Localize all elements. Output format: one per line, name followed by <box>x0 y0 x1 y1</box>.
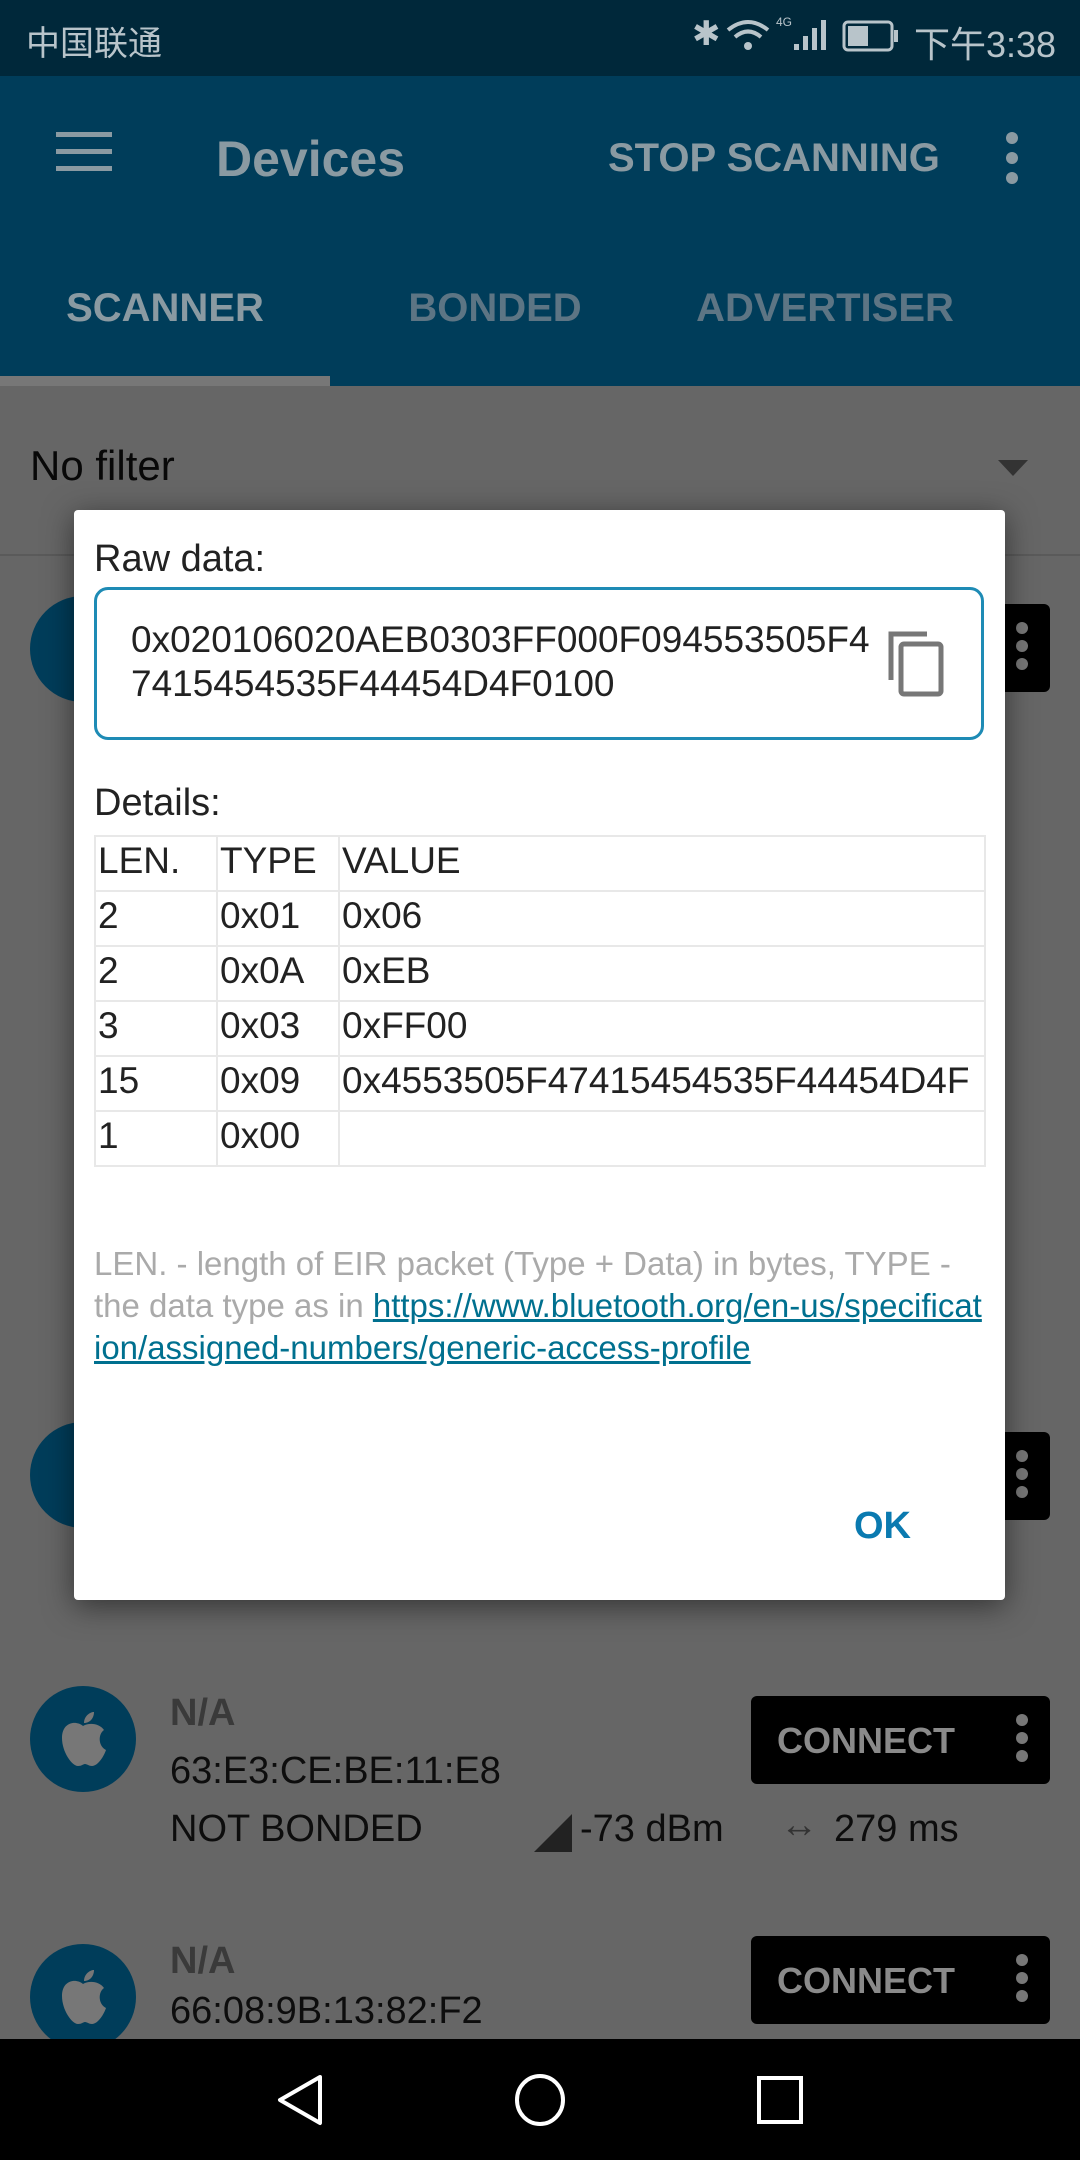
type-cell: 0x0A <box>216 945 340 1002</box>
connect-label: CONNECT <box>777 1960 955 2001</box>
value-cell: 0x06 <box>338 890 986 947</box>
details-label: Details: <box>94 782 221 824</box>
apple-icon <box>30 1944 136 2039</box>
battery-icon <box>842 20 898 52</box>
device-address: 63:E3:CE:BE:11:E8 <box>170 1750 501 1792</box>
len-cell: 2 <box>94 945 218 1002</box>
navigation-bar <box>0 2039 1080 2160</box>
len-cell: 1 <box>94 1110 218 1167</box>
raw-data-dialog: Raw data: 0x020106020AEB0303FF000F094553… <box>74 510 1005 1600</box>
bond-state: NOT BONDED <box>170 1808 423 1850</box>
interval-icon: ↔ <box>780 1804 818 1846</box>
tab-bonded[interactable]: BONDED <box>330 286 660 331</box>
column-header: LEN. <box>94 835 218 892</box>
type-cell: 0x00 <box>216 1110 340 1167</box>
recents-icon[interactable] <box>756 2075 804 2125</box>
tab-scanner[interactable]: SCANNER <box>0 286 330 331</box>
len-cell: 15 <box>94 1055 218 1112</box>
raw-data-field[interactable]: 0x020106020AEB0303FF000F094553505F474154… <box>94 587 984 740</box>
more-vert-icon[interactable] <box>1016 1450 1028 1504</box>
value-cell: 0xFF00 <box>338 1000 986 1057</box>
column-header: VALUE <box>338 835 986 892</box>
hamburger-icon[interactable] <box>56 132 112 171</box>
ok-button[interactable]: OK <box>834 1495 931 1558</box>
back-icon[interactable] <box>276 2073 324 2127</box>
len-cell: 2 <box>94 890 218 947</box>
device-address: 66:08:9B:13:82:F2 <box>170 1990 483 2032</box>
home-icon[interactable] <box>514 2073 566 2127</box>
copy-icon[interactable] <box>887 630 947 700</box>
table-row: 1 0x00 <box>94 1110 986 1167</box>
wifi-icon <box>726 20 770 50</box>
more-vert-icon[interactable] <box>1016 1954 1028 2008</box>
apple-icon <box>30 1686 136 1792</box>
dropdown-arrow-icon <box>998 460 1028 476</box>
stop-scanning-button[interactable]: STOP SCANNING <box>608 136 940 181</box>
value-cell: 0xEB <box>338 945 986 1002</box>
table-row: 2 0x0A 0xEB <box>94 945 986 1002</box>
connect-label: CONNECT <box>777 1720 955 1761</box>
len-cell: 3 <box>94 1000 218 1057</box>
device-item[interactable]: N/A 63:E3:CE:BE:11:E8 NOT BONDED -73 dBm… <box>0 1644 1080 1908</box>
filter-value: No filter <box>30 442 175 489</box>
raw-data-label: Raw data: <box>94 538 266 580</box>
device-name: N/A <box>170 1940 236 1982</box>
4g-signal-icon: 4G <box>776 15 826 50</box>
table-row: 2 0x01 0x06 <box>94 890 986 947</box>
type-cell: 0x03 <box>216 1000 340 1057</box>
details-table: LEN. TYPE VALUE 2 0x01 0x06 2 0x0A 0xEB 3 0x0… <box>94 835 986 1167</box>
tab-advertiser[interactable]: ADVERTISER <box>660 286 990 331</box>
device-name: N/A <box>170 1692 236 1734</box>
table-row: 15 0x09 0x4553505F47415454535F44454D4F <box>94 1055 986 1112</box>
bluetooth-icon: ✱ <box>692 15 721 53</box>
connect-button[interactable]: CONNECT <box>751 1936 1050 2024</box>
value-cell: 0x4553505F47415454535F44454D4F <box>338 1055 986 1112</box>
raw-data-value[interactable]: 0x020106020AEB0303FF000F094553505F474154… <box>131 618 871 706</box>
app-bar: Devices STOP SCANNING SCANNER BONDED ADV… <box>0 76 1080 386</box>
type-cell: 0x01 <box>216 890 340 947</box>
more-vert-icon[interactable] <box>1016 622 1028 676</box>
rssi-value: -73 dBm <box>580 1808 724 1850</box>
signal-strength-icon <box>534 1814 572 1852</box>
status-bar: 中国联通 ✱ 4G 下午3:38 <box>0 0 1080 76</box>
connect-button[interactable]: CONNECT <box>751 1696 1050 1784</box>
device-item[interactable]: N/A 66:08:9B:13:82:F2 CONNECT <box>0 1906 1080 2039</box>
tab-indicator <box>0 376 330 386</box>
carrier-name: 中国联通 <box>26 25 162 63</box>
clock: 下午3:38 <box>914 24 1057 65</box>
column-header: TYPE <box>216 835 340 892</box>
table-header-row: LEN. TYPE VALUE <box>94 835 986 892</box>
interval-value: 279 ms <box>834 1808 959 1850</box>
footnote: LEN. - length of EIR packet (Type + Data… <box>94 1243 984 1369</box>
page-title: Devices <box>216 131 406 187</box>
svg-text:4G: 4G <box>776 15 792 29</box>
more-vert-icon[interactable] <box>1006 132 1018 184</box>
value-cell <box>338 1110 986 1167</box>
type-cell: 0x09 <box>216 1055 340 1112</box>
more-vert-icon[interactable] <box>1016 1714 1028 1768</box>
table-row: 3 0x03 0xFF00 <box>94 1000 986 1057</box>
